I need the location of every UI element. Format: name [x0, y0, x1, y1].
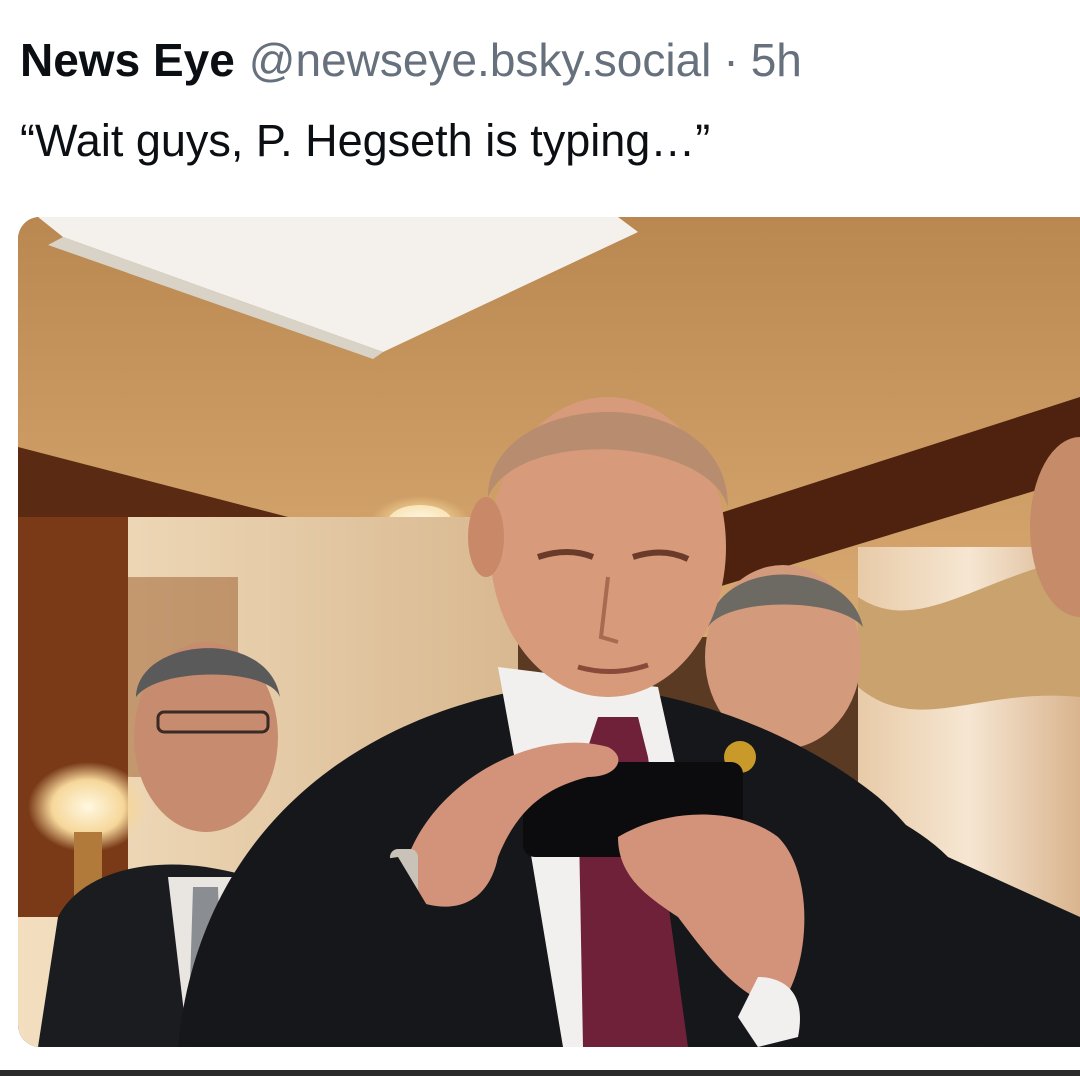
bottom-divider [0, 1070, 1080, 1076]
author-handle[interactable]: @newseye.bsky.social [249, 32, 712, 88]
header-separator: · [723, 34, 739, 86]
post-timestamp[interactable]: 5h [751, 32, 802, 88]
author-display-name[interactable]: News Eye [20, 32, 235, 88]
post-card[interactable]: News Eye @newseye.bsky.social · 5h “Wait… [0, 0, 1080, 1076]
post-image[interactable] [18, 217, 1080, 1047]
photo-illustration [18, 217, 1080, 1047]
post-header: News Eye @newseye.bsky.social · 5h [20, 32, 802, 88]
post-text: “Wait guys, P. Hegseth is typing…” [20, 115, 711, 166]
